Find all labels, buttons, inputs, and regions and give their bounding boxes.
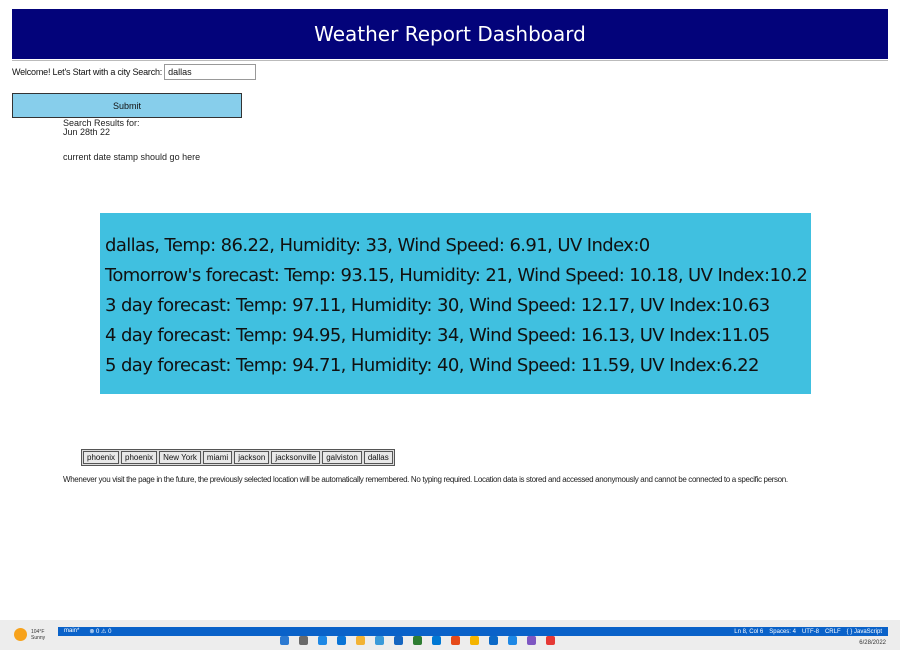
history-button-dallas[interactable]: dallas — [363, 451, 393, 464]
taskbar-app-icon[interactable] — [451, 636, 460, 645]
date-stamp-note: current date stamp should go here — [63, 152, 201, 162]
eol-setting[interactable]: CRLF — [825, 629, 841, 635]
search-row: Welcome! Let's Start with a city Search: — [12, 64, 257, 80]
taskbar-weather-text: 104°F Sunny — [31, 629, 45, 641]
os-taskbar: 104°F Sunny main* ⊗ 0 ⚠ 0 Ln 8, Col 6 Sp… — [0, 620, 900, 650]
search-results-date: Jun 28th 22 — [63, 127, 111, 137]
header-divider — [12, 60, 888, 61]
taskbar-app-icon[interactable] — [432, 636, 441, 645]
indent-setting[interactable]: Spaces: 4 — [769, 629, 796, 635]
problems-indicator[interactable]: ⊗ 0 ⚠ 0 — [89, 628, 111, 635]
history-button-new-york[interactable]: New York — [159, 451, 201, 464]
history-button-phoenix[interactable]: phoenix — [83, 451, 120, 464]
search-results-meta: Search Results for: Jun 28th 22 — [63, 119, 140, 137]
city-search-input[interactable] — [164, 64, 257, 80]
system-tray-date: 6/28/2022 — [859, 640, 886, 646]
history-button-miami[interactable]: miami — [202, 451, 233, 464]
taskbar-app-icon[interactable] — [299, 636, 308, 645]
taskbar-app-icon[interactable] — [394, 636, 403, 645]
taskbar-app-icon[interactable] — [413, 636, 422, 645]
taskbar-app-icon[interactable] — [470, 636, 479, 645]
taskbar-app-icon[interactable] — [527, 636, 536, 645]
encoding-setting[interactable]: UTF-8 — [802, 629, 819, 635]
app-header: Weather Report Dashboard — [12, 9, 888, 59]
language-mode[interactable]: { } JavaScript — [847, 629, 882, 635]
taskbar-app-icon[interactable] — [280, 636, 289, 645]
search-history-list: phoenix phoenix New York miami jackson j… — [81, 449, 395, 466]
taskbar-app-icon[interactable] — [337, 636, 346, 645]
forecast-line-tomorrow: Tomorrow's forecast: Temp: 93.15, Humidi… — [105, 265, 808, 286]
taskbar-weather-widget[interactable]: 104°F Sunny — [14, 628, 45, 641]
current-weather-line: dallas, Temp: 86.22, Humidity: 33, Wind … — [105, 235, 650, 256]
taskbar-app-icon[interactable] — [375, 636, 384, 645]
history-button-phoenix-2[interactable]: phoenix — [121, 451, 158, 464]
forecast-line-day-3: 3 day forecast: Temp: 97.11, Humidity: 3… — [105, 295, 770, 316]
forecast-line-day-5: 5 day forecast: Temp: 94.71, Humidity: 4… — [105, 355, 759, 376]
taskbar-app-icon[interactable] — [356, 636, 365, 645]
taskbar-app-icons — [280, 636, 555, 645]
submit-button[interactable]: Submit — [12, 93, 242, 118]
taskbar-app-icon[interactable] — [318, 636, 327, 645]
cursor-position[interactable]: Ln 8, Col 6 — [734, 629, 763, 635]
taskbar-app-icon[interactable] — [489, 636, 498, 645]
history-button-galviston[interactable]: galviston — [322, 451, 362, 464]
search-label: Welcome! Let's Start with a city Search: — [12, 67, 163, 77]
location-memory-note: Whenever you visit the page in the futur… — [63, 475, 788, 484]
taskbar-app-icon[interactable] — [508, 636, 517, 645]
editor-status-bar: main* ⊗ 0 ⚠ 0 Ln 8, Col 6 Spaces: 4 UTF-… — [58, 627, 888, 636]
history-button-jackson[interactable]: jackson — [234, 451, 270, 464]
taskbar-weather-temp: 104°F — [31, 628, 45, 635]
taskbar-app-icon[interactable] — [546, 636, 555, 645]
page-title: Weather Report Dashboard — [314, 22, 586, 46]
forecast-line-day-4: 4 day forecast: Temp: 94.95, Humidity: 3… — [105, 325, 770, 346]
weather-results-panel: dallas, Temp: 86.22, Humidity: 33, Wind … — [100, 213, 811, 394]
sun-icon — [14, 628, 27, 641]
git-branch-indicator[interactable]: main* — [64, 628, 79, 635]
taskbar-weather-cond: Sunny — [31, 634, 46, 641]
history-button-jacksonville[interactable]: jacksonville — [271, 451, 321, 464]
